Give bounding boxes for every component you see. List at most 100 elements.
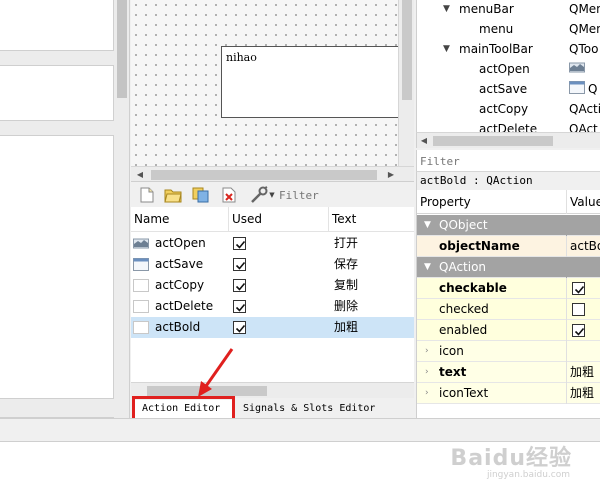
column-header-value[interactable]: Value <box>567 190 600 214</box>
canvas-horizontal-scrollbar[interactable]: ◀ ▶ <box>131 166 414 182</box>
object-class: QActio <box>569 102 600 116</box>
object-inspector-tree: ▼ menuBar QMen menu QMenu ▼ mainToolBar QToo act… <box>416 0 600 136</box>
tree-item[interactable]: ▼ menuBar QMen <box>417 0 600 19</box>
property-checkbox[interactable] <box>572 282 585 295</box>
action-text: 保存 <box>334 257 359 271</box>
scrollbar-thumb[interactable] <box>433 136 553 146</box>
property-row[interactable]: checkable <box>417 278 600 299</box>
left-panel-scrollbar[interactable] <box>114 0 130 418</box>
open-folder-icon[interactable] <box>163 186 183 204</box>
tree-item[interactable]: actOpen <box>417 59 600 79</box>
canvas-vertical-scrollbar[interactable] <box>398 0 414 166</box>
object-tree-horizontal-scrollbar[interactable]: ◀ <box>416 132 600 148</box>
used-checkbox[interactable] <box>233 237 246 250</box>
object-name: actSave <box>479 82 528 96</box>
action-name: actSave <box>155 257 204 271</box>
annotation-arrow <box>198 348 234 397</box>
used-checkbox[interactable] <box>233 321 246 334</box>
left-panel-divider <box>0 120 114 136</box>
chevron-down-icon[interactable]: ▼ <box>443 39 450 59</box>
tree-item[interactable]: actSave Q <box>417 79 600 99</box>
scrollbar-thumb[interactable] <box>151 170 377 180</box>
property-row[interactable]: objectNameactBo <box>417 236 600 257</box>
tree-item[interactable]: ▼ mainToolBar QToo <box>417 39 600 59</box>
table-row[interactable]: actOpen 打开 <box>131 233 414 254</box>
delete-icon[interactable] <box>219 186 239 204</box>
scrollbar-thumb[interactable] <box>117 0 127 98</box>
status-strip <box>0 418 600 442</box>
action-name: actBold <box>155 320 201 334</box>
column-header-name[interactable]: Name <box>131 207 229 232</box>
new-action-icon[interactable] <box>137 186 157 204</box>
action-filter-input-wrap <box>279 186 409 204</box>
object-name: mainToolBar <box>459 42 533 56</box>
tab-signals-slots-editor[interactable]: Signals & Slots Editor <box>241 400 375 418</box>
property-row[interactable]: checked <box>417 299 600 320</box>
property-value[interactable]: 加粗 <box>567 362 600 383</box>
property-value[interactable] <box>567 341 600 362</box>
form-widget-text: nihao <box>226 51 257 64</box>
scroll-left-arrow-icon[interactable]: ◀ <box>417 133 431 149</box>
column-header-text[interactable]: Text <box>329 207 414 232</box>
table-row[interactable]: actSave 保存 <box>131 254 414 275</box>
used-checkbox[interactable] <box>233 258 246 271</box>
blank-icon <box>133 279 149 292</box>
property-row[interactable]: enabled <box>417 320 600 341</box>
property-row[interactable]: › iconText 加粗 <box>417 383 600 404</box>
property-table-header: Property Value <box>417 190 600 214</box>
property-row[interactable]: › icon <box>417 341 600 362</box>
property-group-header[interactable]: ▼ QObject <box>417 215 600 236</box>
configure-icon[interactable] <box>249 186 269 204</box>
chevron-down-icon[interactable]: ▼ <box>268 186 276 204</box>
action-text: 复制 <box>334 278 359 292</box>
column-header-property[interactable]: Property <box>417 190 567 214</box>
table-row[interactable]: actBold 加粗 <box>131 317 414 338</box>
property-value[interactable]: actBo <box>567 236 600 257</box>
selected-object-label: actBold : QAction <box>416 172 600 190</box>
property-row[interactable]: › text 加粗 <box>417 362 600 383</box>
left-panel-divider <box>0 398 114 418</box>
form-text-widget[interactable]: nihao <box>221 46 399 118</box>
property-checkbox[interactable] <box>572 324 585 337</box>
property-table: Property Value ▼QObjectobjectNameactBo▼Q… <box>416 190 600 420</box>
property-name: objectName <box>417 236 567 257</box>
action-text: 加粗 <box>334 320 359 334</box>
tree-item[interactable]: actCopy QActio <box>417 99 600 119</box>
property-value[interactable]: 加粗 <box>567 383 600 404</box>
property-group-name: QAction <box>417 257 567 278</box>
property-filter-wrap <box>416 150 600 172</box>
copy-icon[interactable] <box>191 186 211 204</box>
scroll-right-arrow-icon[interactable]: ▶ <box>384 167 398 183</box>
save-action-icon <box>569 80 585 100</box>
used-checkbox[interactable] <box>233 279 246 292</box>
action-table: Name Used Text actOpen 打开 actSave 保存 actCopy… <box>131 207 414 382</box>
property-name: icon <box>417 341 567 362</box>
object-name: actOpen <box>479 62 530 76</box>
property-group-name: QObject <box>417 215 567 236</box>
blank-icon <box>133 321 149 334</box>
action-text: 打开 <box>334 236 359 250</box>
property-name: iconText <box>417 383 567 404</box>
scrollbar-thumb[interactable] <box>402 0 412 100</box>
object-class <box>569 59 588 80</box>
scroll-left-arrow-icon[interactable]: ◀ <box>133 167 147 183</box>
property-filter-input[interactable] <box>420 152 590 170</box>
table-row[interactable]: actCopy 复制 <box>131 275 414 296</box>
object-class: QToo <box>569 42 599 56</box>
save-action-icon <box>133 258 149 271</box>
object-class: QMenu <box>569 22 600 36</box>
action-filter-input[interactable] <box>279 186 409 204</box>
tree-item[interactable]: menu QMenu <box>417 19 600 39</box>
object-name: menuBar <box>459 2 514 16</box>
object-class: QMen <box>569 2 600 16</box>
chevron-down-icon[interactable]: ▼ <box>443 0 450 19</box>
action-name: actDelete <box>155 299 214 313</box>
object-name: actCopy <box>479 102 529 116</box>
column-header-used[interactable]: Used <box>229 207 329 232</box>
property-checkbox[interactable] <box>572 303 585 316</box>
action-name: actOpen <box>155 236 206 250</box>
property-group-header[interactable]: ▼ QAction <box>417 257 600 278</box>
used-checkbox[interactable] <box>233 300 246 313</box>
object-name: menu <box>479 22 514 36</box>
table-row[interactable]: actDelete 删除 <box>131 296 414 317</box>
